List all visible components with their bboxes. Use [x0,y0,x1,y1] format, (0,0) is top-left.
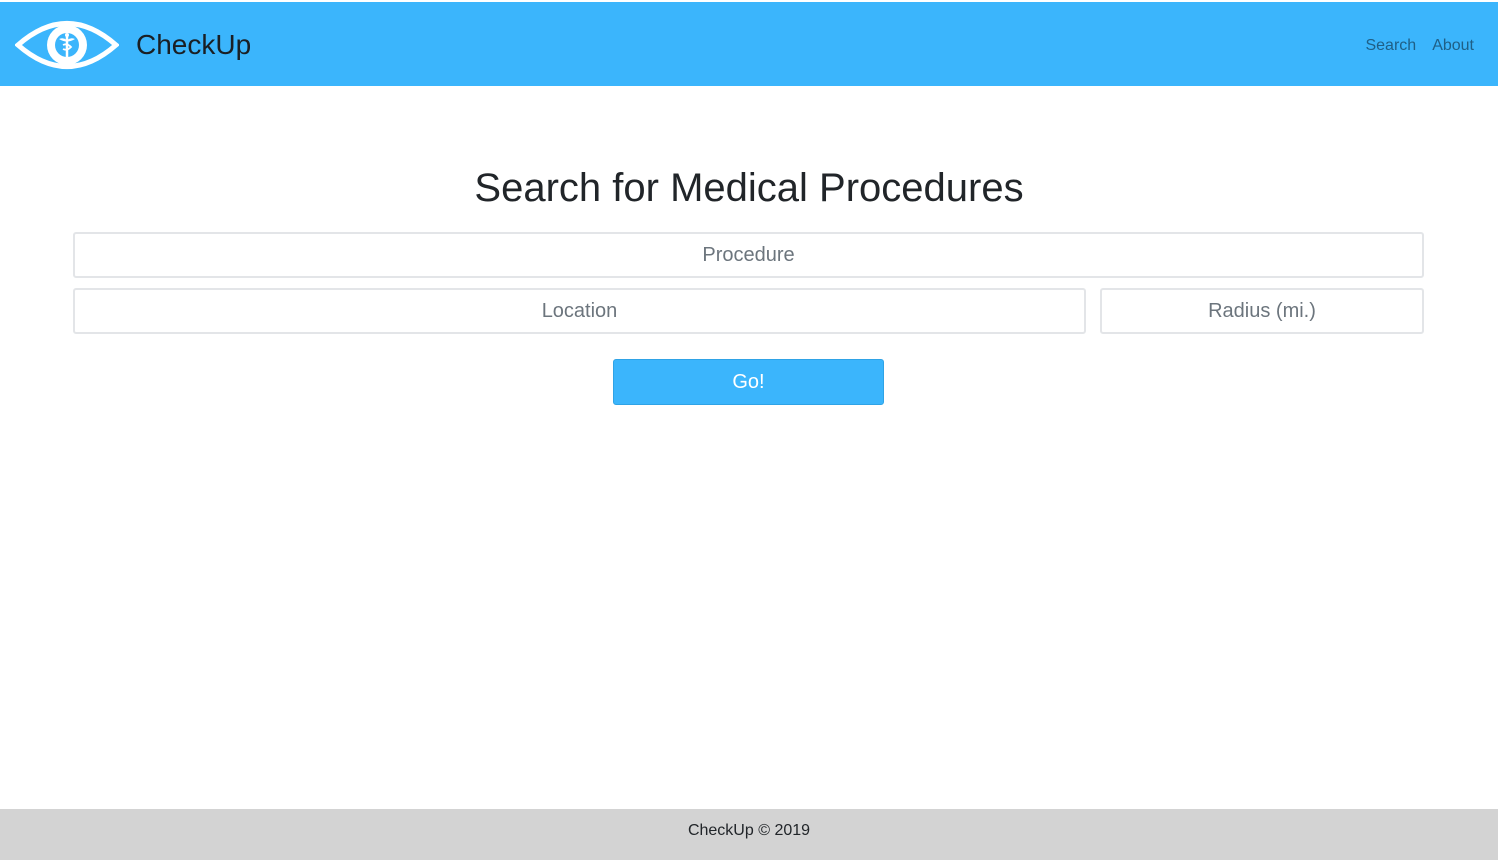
go-button[interactable]: Go! [613,359,884,405]
footer: CheckUp © 2019 [0,809,1498,860]
location-input[interactable] [73,288,1086,334]
procedure-input[interactable] [73,232,1424,278]
page-title: Search for Medical Procedures [474,166,1024,210]
nav-link-about[interactable]: About [1432,36,1474,56]
nav-link-search[interactable]: Search [1365,36,1416,56]
brand-name[interactable]: CheckUp [136,28,251,62]
eye-caduceus-icon[interactable] [15,16,119,74]
footer-copyright: CheckUp © 2019 [687,822,811,839]
nav-links: Search About [1365,36,1474,56]
radius-input[interactable] [1100,288,1424,334]
page: CheckUp Search About Search for Medical … [0,0,1498,860]
navbar: CheckUp Search About [0,2,1498,86]
